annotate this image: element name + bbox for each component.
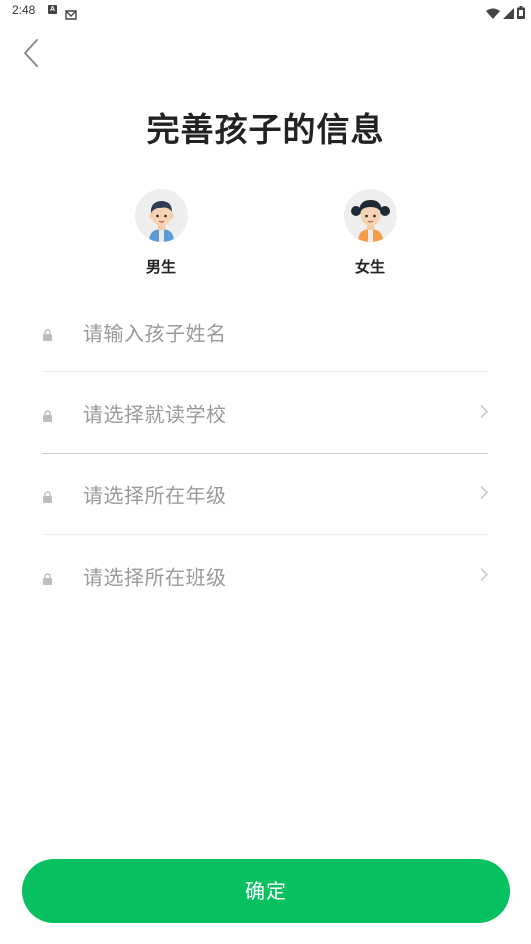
chevron-left-icon	[23, 38, 39, 72]
wifi-icon	[486, 4, 500, 23]
status-bar: 2:48 A	[0, 0, 531, 22]
chevron-right-icon	[480, 404, 488, 423]
chevron-right-icon	[480, 567, 488, 586]
mail-icon	[65, 5, 77, 24]
a-badge-icon: A	[48, 5, 57, 14]
status-time: 2:48	[12, 3, 36, 17]
girl-avatar-icon	[343, 189, 397, 242]
gender-option-girl[interactable]: 女生	[330, 189, 410, 277]
gender-label-girl: 女生	[354, 258, 385, 276]
school-select[interactable]: 请选择就读学校	[42, 373, 488, 453]
lock-icon	[42, 488, 53, 503]
class-select[interactable]: 请选择所在班级	[42, 536, 488, 616]
status-icons	[486, 4, 525, 23]
gender-option-boy[interactable]: 男生	[121, 189, 201, 277]
gender-label-boy: 男生	[145, 258, 176, 276]
school-placeholder: 请选择就读学校	[83, 402, 227, 427]
signal-icon	[503, 4, 514, 23]
child-name-input[interactable]: 请输入孩子姓名	[42, 292, 488, 372]
class-placeholder: 请选择所在班级	[83, 565, 227, 590]
page-title: 完善孩子的信息	[146, 110, 385, 149]
chevron-right-icon	[480, 485, 488, 504]
boy-avatar-icon	[134, 189, 188, 242]
grade-select[interactable]: 请选择所在年级	[42, 454, 488, 534]
lock-icon	[42, 570, 53, 585]
grade-placeholder: 请选择所在年级	[83, 483, 227, 508]
divider	[42, 371, 488, 372]
confirm-button[interactable]: 确定	[22, 859, 510, 923]
child-name-placeholder: 请输入孩子姓名	[83, 321, 227, 346]
lock-icon	[42, 407, 53, 422]
back-button[interactable]	[16, 38, 46, 72]
divider	[42, 534, 488, 535]
lock-icon	[42, 326, 53, 341]
battery-icon	[517, 4, 525, 23]
